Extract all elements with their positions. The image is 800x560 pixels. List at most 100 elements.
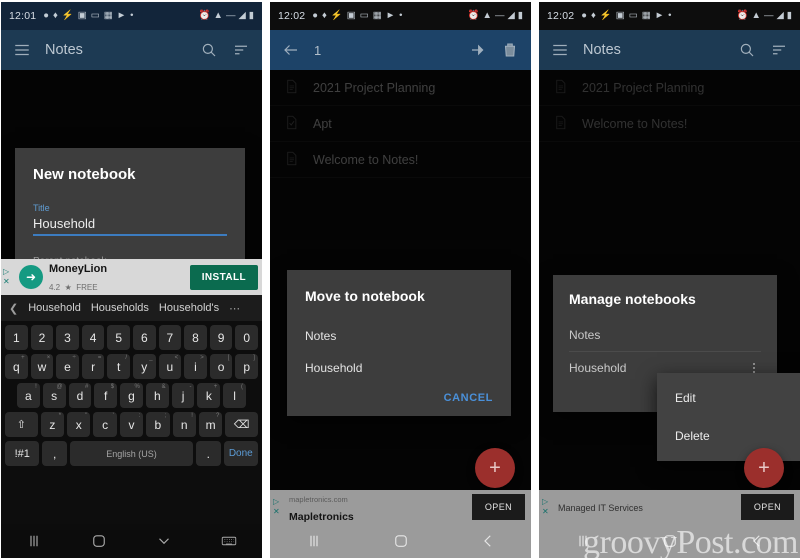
key-x[interactable]: " x xyxy=(67,412,91,437)
sort-icon[interactable] xyxy=(770,41,788,59)
period-key[interactable]: . xyxy=(195,441,221,466)
move-to-notebook-dialog: Move to notebook Notes Household CANCEL xyxy=(287,270,511,416)
backspace-key[interactable]: ⌫ xyxy=(225,412,259,437)
key-m[interactable]: ? m xyxy=(198,412,223,437)
back-icon[interactable] xyxy=(748,532,766,550)
suggestion-2[interactable]: Household's xyxy=(159,302,219,314)
shift-key[interactable]: ⇧ xyxy=(4,412,38,437)
space-key[interactable]: English (US) xyxy=(70,441,193,466)
hide-keyboard-icon[interactable] xyxy=(155,532,173,550)
play-store-ad[interactable]: ▷ ✕ ➜ MoneyLion 4.2 ★ FREE INSTALL xyxy=(1,259,262,295)
key-2[interactable]: 2 xyxy=(30,325,54,350)
key-h[interactable]: & h xyxy=(145,383,169,408)
key-d[interactable]: # d xyxy=(68,383,92,408)
on-screen-keyboard: 1234567890 + q × w ÷ e = r / t _ y < u > i[o] p ! a @ s # d $ f… xyxy=(1,321,262,524)
key-8[interactable]: 8 xyxy=(184,325,207,350)
key-s[interactable]: @ s xyxy=(42,383,66,408)
recents-icon[interactable] xyxy=(25,532,43,550)
notebook-row-notes[interactable]: Notes xyxy=(569,319,761,351)
key-label: 8 xyxy=(192,330,199,345)
keyboard-switch-icon[interactable] xyxy=(220,532,238,550)
key-v[interactable]: :v xyxy=(119,412,144,437)
key-alt-label: = xyxy=(97,355,102,361)
sort-icon[interactable] xyxy=(232,41,250,59)
home-icon[interactable] xyxy=(661,532,679,550)
add-note-fab[interactable]: + xyxy=(744,448,784,488)
key-7[interactable]: 7 xyxy=(158,325,182,350)
title-input[interactable]: Household xyxy=(33,216,227,234)
recents-icon[interactable] xyxy=(305,532,323,550)
key-z[interactable]: * z xyxy=(40,412,65,437)
notebook-option-notes[interactable]: Notes xyxy=(305,320,493,352)
install-button[interactable]: INSTALL xyxy=(189,264,258,290)
key-g[interactable]: % g xyxy=(120,383,143,408)
context-menu-item-edit[interactable]: Edit xyxy=(657,379,800,417)
back-arrow-icon[interactable] xyxy=(282,41,300,59)
key-o[interactable]: [o xyxy=(209,354,233,379)
key-i[interactable]: > i xyxy=(184,354,207,379)
status-right-icons: ⏰ ▲ — ◢ ▮ xyxy=(199,11,254,21)
open-button[interactable]: OPEN xyxy=(471,494,525,520)
key-n[interactable]: ! n xyxy=(172,412,196,437)
key-label: z xyxy=(49,417,56,432)
key-y[interactable]: _ y xyxy=(133,354,156,379)
book-icon: ▦ xyxy=(372,10,382,22)
screenshot-stage: 12:01 ● ♦ ⚡ ▣ ▭ ▦ ► • ⏰ ▲ — ◢ ▮ Notes Ne… xyxy=(0,0,800,560)
key-label: m xyxy=(205,417,216,432)
key-label: 2 xyxy=(38,330,46,345)
suggestion-1[interactable]: Households xyxy=(91,302,149,314)
key-e[interactable]: ÷ e xyxy=(56,354,79,379)
trash-icon[interactable] xyxy=(501,41,519,59)
search-icon[interactable] xyxy=(200,41,218,59)
key-p[interactable]: ] p xyxy=(235,354,258,379)
more-suggestions-icon[interactable]: ⋯ xyxy=(229,302,240,315)
key-c[interactable]: ' c xyxy=(93,412,117,437)
key-label: n xyxy=(180,417,188,432)
key-r[interactable]: = r xyxy=(81,354,105,379)
key-alt-label: ( xyxy=(241,384,244,390)
notebook-option-household[interactable]: Household xyxy=(305,352,493,384)
key-l[interactable]: (l xyxy=(223,383,247,408)
move-arrow-icon[interactable] xyxy=(469,41,487,59)
open-button[interactable]: OPEN xyxy=(740,494,794,520)
overflow-menu-icon[interactable] xyxy=(747,363,761,373)
key-f[interactable]: $ f xyxy=(94,383,118,408)
done-key[interactable]: Done xyxy=(223,441,258,466)
context-menu-item-delete[interactable]: Delete xyxy=(657,417,800,455)
search-icon[interactable] xyxy=(738,41,756,59)
key-j[interactable]: -j xyxy=(171,383,195,408)
key-q[interactable]: + q xyxy=(5,354,28,379)
bottom-ad-banner[interactable]: ▷ ✕ mapletronics.com Mapletronics OPEN xyxy=(270,490,531,524)
key-3[interactable]: 3 xyxy=(56,325,79,350)
key-0[interactable]: 0 xyxy=(235,325,258,350)
bottom-ad-banner[interactable]: ▷ ✕ Managed IT Services OPEN xyxy=(539,490,800,524)
key-label: c xyxy=(102,417,109,432)
panel-2-body: 2021 Project Planning Apt Welcome to Not… xyxy=(270,70,531,558)
key-u[interactable]: < u xyxy=(158,354,182,379)
home-icon[interactable] xyxy=(392,532,410,550)
key-w[interactable]: × w xyxy=(30,354,54,379)
back-icon[interactable] xyxy=(479,532,497,550)
monitor-icon: ▭ xyxy=(628,10,638,22)
symbols-key[interactable]: !#1 xyxy=(5,441,40,466)
add-note-fab[interactable]: + xyxy=(475,448,515,488)
keyboard-suggestion-bar: ❮ Household Households Household's ⋯ xyxy=(1,295,262,321)
hamburger-icon[interactable] xyxy=(13,41,31,59)
home-icon[interactable] xyxy=(90,532,108,550)
key-b[interactable]: ; b xyxy=(146,412,170,437)
comma-key[interactable]: , xyxy=(42,441,68,466)
key-k[interactable]: + k xyxy=(197,383,221,408)
key-6[interactable]: 6 xyxy=(133,325,156,350)
cancel-button[interactable]: CANCEL xyxy=(444,392,493,404)
key-a[interactable]: ! a xyxy=(16,383,40,408)
key-t[interactable]: / t xyxy=(107,354,130,379)
key-5[interactable]: 5 xyxy=(107,325,130,350)
key-1[interactable]: 1 xyxy=(5,325,28,350)
ad-url: mapletronics.com xyxy=(289,494,348,504)
key-4[interactable]: 4 xyxy=(81,325,105,350)
key-9[interactable]: 9 xyxy=(209,325,233,350)
chevron-left-icon[interactable]: ❮ xyxy=(9,302,18,315)
suggestion-0[interactable]: Household xyxy=(28,302,81,314)
hamburger-icon[interactable] xyxy=(551,41,569,59)
recents-icon[interactable] xyxy=(574,532,592,550)
